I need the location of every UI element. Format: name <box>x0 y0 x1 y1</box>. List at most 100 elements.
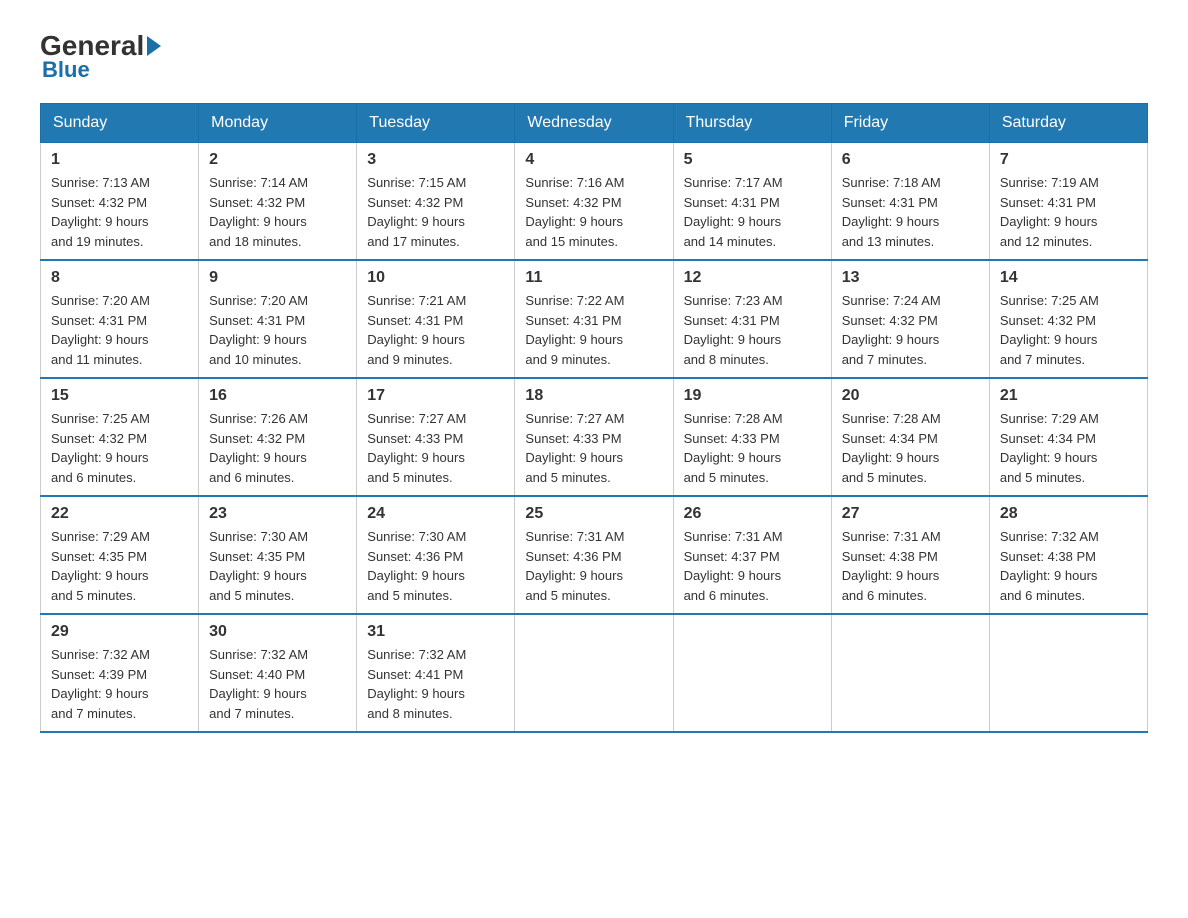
day-number: 21 <box>1000 387 1137 405</box>
day-number: 24 <box>367 505 504 523</box>
day-number: 10 <box>367 269 504 287</box>
day-number: 19 <box>684 387 821 405</box>
week-row-4: 22 Sunrise: 7:29 AMSunset: 4:35 PMDaylig… <box>41 496 1148 614</box>
day-number: 22 <box>51 505 188 523</box>
day-number: 16 <box>209 387 346 405</box>
calendar-cell: 21 Sunrise: 7:29 AMSunset: 4:34 PMDaylig… <box>989 378 1147 496</box>
calendar-cell: 1 Sunrise: 7:13 AMSunset: 4:32 PMDayligh… <box>41 143 199 261</box>
day-info: Sunrise: 7:20 AMSunset: 4:31 PMDaylight:… <box>209 291 346 369</box>
day-number: 20 <box>842 387 979 405</box>
calendar-cell: 16 Sunrise: 7:26 AMSunset: 4:32 PMDaylig… <box>199 378 357 496</box>
day-info: Sunrise: 7:13 AMSunset: 4:32 PMDaylight:… <box>51 173 188 251</box>
calendar-cell: 23 Sunrise: 7:30 AMSunset: 4:35 PMDaylig… <box>199 496 357 614</box>
day-info: Sunrise: 7:22 AMSunset: 4:31 PMDaylight:… <box>525 291 662 369</box>
day-number: 27 <box>842 505 979 523</box>
day-info: Sunrise: 7:26 AMSunset: 4:32 PMDaylight:… <box>209 409 346 487</box>
header-monday: Monday <box>199 104 357 143</box>
day-info: Sunrise: 7:21 AMSunset: 4:31 PMDaylight:… <box>367 291 504 369</box>
day-number: 23 <box>209 505 346 523</box>
day-info: Sunrise: 7:19 AMSunset: 4:31 PMDaylight:… <box>1000 173 1137 251</box>
calendar-cell: 28 Sunrise: 7:32 AMSunset: 4:38 PMDaylig… <box>989 496 1147 614</box>
calendar-cell <box>515 614 673 732</box>
day-number: 15 <box>51 387 188 405</box>
day-info: Sunrise: 7:27 AMSunset: 4:33 PMDaylight:… <box>525 409 662 487</box>
header-friday: Friday <box>831 104 989 143</box>
day-info: Sunrise: 7:32 AMSunset: 4:39 PMDaylight:… <box>51 645 188 723</box>
calendar-cell: 3 Sunrise: 7:15 AMSunset: 4:32 PMDayligh… <box>357 143 515 261</box>
calendar-cell: 22 Sunrise: 7:29 AMSunset: 4:35 PMDaylig… <box>41 496 199 614</box>
day-info: Sunrise: 7:31 AMSunset: 4:38 PMDaylight:… <box>842 527 979 605</box>
calendar-cell: 30 Sunrise: 7:32 AMSunset: 4:40 PMDaylig… <box>199 614 357 732</box>
calendar-cell: 8 Sunrise: 7:20 AMSunset: 4:31 PMDayligh… <box>41 260 199 378</box>
week-row-5: 29 Sunrise: 7:32 AMSunset: 4:39 PMDaylig… <box>41 614 1148 732</box>
day-info: Sunrise: 7:25 AMSunset: 4:32 PMDaylight:… <box>1000 291 1137 369</box>
day-number: 1 <box>51 151 188 169</box>
header-wednesday: Wednesday <box>515 104 673 143</box>
day-number: 14 <box>1000 269 1137 287</box>
week-row-3: 15 Sunrise: 7:25 AMSunset: 4:32 PMDaylig… <box>41 378 1148 496</box>
day-info: Sunrise: 7:29 AMSunset: 4:34 PMDaylight:… <box>1000 409 1137 487</box>
logo-area: General Blue <box>40 30 164 83</box>
day-number: 28 <box>1000 505 1137 523</box>
day-info: Sunrise: 7:16 AMSunset: 4:32 PMDaylight:… <box>525 173 662 251</box>
day-info: Sunrise: 7:31 AMSunset: 4:37 PMDaylight:… <box>684 527 821 605</box>
days-header-row: SundayMondayTuesdayWednesdayThursdayFrid… <box>41 104 1148 143</box>
day-info: Sunrise: 7:28 AMSunset: 4:34 PMDaylight:… <box>842 409 979 487</box>
calendar-cell: 20 Sunrise: 7:28 AMSunset: 4:34 PMDaylig… <box>831 378 989 496</box>
calendar-cell: 31 Sunrise: 7:32 AMSunset: 4:41 PMDaylig… <box>357 614 515 732</box>
calendar-cell: 7 Sunrise: 7:19 AMSunset: 4:31 PMDayligh… <box>989 143 1147 261</box>
week-row-1: 1 Sunrise: 7:13 AMSunset: 4:32 PMDayligh… <box>41 143 1148 261</box>
day-info: Sunrise: 7:32 AMSunset: 4:40 PMDaylight:… <box>209 645 346 723</box>
day-info: Sunrise: 7:32 AMSunset: 4:41 PMDaylight:… <box>367 645 504 723</box>
calendar-cell <box>989 614 1147 732</box>
day-info: Sunrise: 7:31 AMSunset: 4:36 PMDaylight:… <box>525 527 662 605</box>
header-saturday: Saturday <box>989 104 1147 143</box>
calendar-cell: 29 Sunrise: 7:32 AMSunset: 4:39 PMDaylig… <box>41 614 199 732</box>
calendar-cell: 15 Sunrise: 7:25 AMSunset: 4:32 PMDaylig… <box>41 378 199 496</box>
day-number: 8 <box>51 269 188 287</box>
logo-arrow-icon <box>147 36 161 56</box>
calendar-cell: 13 Sunrise: 7:24 AMSunset: 4:32 PMDaylig… <box>831 260 989 378</box>
day-number: 31 <box>367 623 504 641</box>
calendar-cell: 11 Sunrise: 7:22 AMSunset: 4:31 PMDaylig… <box>515 260 673 378</box>
day-info: Sunrise: 7:23 AMSunset: 4:31 PMDaylight:… <box>684 291 821 369</box>
day-info: Sunrise: 7:24 AMSunset: 4:32 PMDaylight:… <box>842 291 979 369</box>
calendar-cell: 24 Sunrise: 7:30 AMSunset: 4:36 PMDaylig… <box>357 496 515 614</box>
day-number: 17 <box>367 387 504 405</box>
day-number: 7 <box>1000 151 1137 169</box>
day-number: 4 <box>525 151 662 169</box>
day-number: 12 <box>684 269 821 287</box>
day-number: 11 <box>525 269 662 287</box>
calendar-cell: 19 Sunrise: 7:28 AMSunset: 4:33 PMDaylig… <box>673 378 831 496</box>
day-info: Sunrise: 7:15 AMSunset: 4:32 PMDaylight:… <box>367 173 504 251</box>
header-sunday: Sunday <box>41 104 199 143</box>
calendar-cell: 4 Sunrise: 7:16 AMSunset: 4:32 PMDayligh… <box>515 143 673 261</box>
calendar-cell: 25 Sunrise: 7:31 AMSunset: 4:36 PMDaylig… <box>515 496 673 614</box>
calendar-cell: 18 Sunrise: 7:27 AMSunset: 4:33 PMDaylig… <box>515 378 673 496</box>
calendar-cell: 12 Sunrise: 7:23 AMSunset: 4:31 PMDaylig… <box>673 260 831 378</box>
day-number: 9 <box>209 269 346 287</box>
day-number: 6 <box>842 151 979 169</box>
calendar-cell: 5 Sunrise: 7:17 AMSunset: 4:31 PMDayligh… <box>673 143 831 261</box>
page-header: General Blue <box>40 30 1148 83</box>
logo-blue-text: Blue <box>42 57 90 83</box>
day-number: 25 <box>525 505 662 523</box>
day-info: Sunrise: 7:28 AMSunset: 4:33 PMDaylight:… <box>684 409 821 487</box>
day-number: 29 <box>51 623 188 641</box>
calendar-cell: 14 Sunrise: 7:25 AMSunset: 4:32 PMDaylig… <box>989 260 1147 378</box>
day-info: Sunrise: 7:30 AMSunset: 4:36 PMDaylight:… <box>367 527 504 605</box>
calendar-cell: 6 Sunrise: 7:18 AMSunset: 4:31 PMDayligh… <box>831 143 989 261</box>
day-number: 26 <box>684 505 821 523</box>
calendar-cell: 17 Sunrise: 7:27 AMSunset: 4:33 PMDaylig… <box>357 378 515 496</box>
calendar-table: SundayMondayTuesdayWednesdayThursdayFrid… <box>40 103 1148 733</box>
day-number: 5 <box>684 151 821 169</box>
day-number: 2 <box>209 151 346 169</box>
day-info: Sunrise: 7:25 AMSunset: 4:32 PMDaylight:… <box>51 409 188 487</box>
day-info: Sunrise: 7:20 AMSunset: 4:31 PMDaylight:… <box>51 291 188 369</box>
day-info: Sunrise: 7:30 AMSunset: 4:35 PMDaylight:… <box>209 527 346 605</box>
day-number: 18 <box>525 387 662 405</box>
day-info: Sunrise: 7:32 AMSunset: 4:38 PMDaylight:… <box>1000 527 1137 605</box>
calendar-cell <box>673 614 831 732</box>
day-number: 30 <box>209 623 346 641</box>
day-info: Sunrise: 7:27 AMSunset: 4:33 PMDaylight:… <box>367 409 504 487</box>
